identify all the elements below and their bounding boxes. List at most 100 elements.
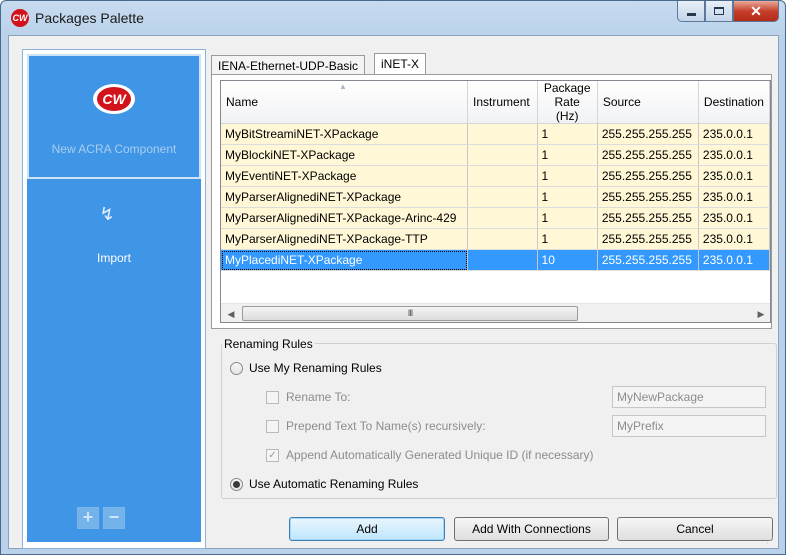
new-acra-component-label: New ACRA Component [51, 142, 177, 156]
app-icon: CW [11, 9, 29, 27]
column-header-package-rate[interactable]: Package Rate (Hz) [537, 81, 598, 124]
column-header-instrument[interactable]: Instrument [467, 81, 538, 124]
minimize-button[interactable] [677, 1, 705, 22]
cw-logo-icon: CW [93, 84, 135, 114]
cell-instrument [467, 207, 538, 229]
packages-palette-window: CW Packages Palette ✕ CW New ACRA Compon… [0, 0, 786, 555]
import-icon[interactable]: ↯ [97, 204, 117, 226]
table-header-row: ▲ Name Instrument Package Rate (Hz) Sourc… [221, 81, 770, 124]
rename-to-label: Rename To: [286, 390, 351, 404]
use-automatic-renaming-rules-label[interactable]: Use Automatic Renaming Rules [249, 477, 418, 491]
add-with-connections-button[interactable]: Add With Connections [454, 517, 609, 541]
table-row[interactable]: MyParserAlignediNET-XPackage-TTP 1 255.2… [221, 228, 770, 250]
use-automatic-renaming-rules-radio[interactable] [230, 478, 243, 491]
cell-instrument [467, 186, 538, 208]
cell-destination: 235.0.0.1 [698, 207, 770, 229]
cell-destination: 235.0.0.1 [698, 228, 770, 250]
prepend-text-checkbox[interactable] [266, 420, 279, 433]
dialog-client-area: CW New ACRA Component ↯ Import + − IENA-… [8, 35, 779, 549]
cell-name: MyParserAlignediNET-XPackage-TTP [221, 228, 469, 250]
scroll-left-icon[interactable]: ◀ [225, 308, 237, 320]
window-title: Packages Palette [35, 10, 144, 26]
append-unique-id-checkbox[interactable]: ✓ [266, 449, 279, 462]
prepend-text-input[interactable] [612, 415, 766, 437]
cell-instrument [467, 123, 538, 145]
cell-rate: 1 [537, 186, 598, 208]
cell-name: MyParserAlignediNET-XPackage-Arinc-429 [221, 207, 469, 229]
cell-rate: 1 [537, 165, 598, 187]
renaming-rules-title: Renaming Rules [222, 337, 315, 351]
cell-rate: 1 [537, 123, 598, 145]
component-palette: CW New ACRA Component ↯ Import + − [22, 49, 206, 549]
cell-instrument [467, 249, 538, 271]
table-row[interactable]: MyParserAlignediNET-XPackage-Arinc-429 1… [221, 207, 770, 229]
renaming-rules-group: Renaming Rules Use My Renaming Rules Ren… [221, 337, 777, 499]
packages-grid[interactable]: ▲ Name Instrument Package Rate (Hz) Sourc… [220, 80, 771, 323]
use-my-renaming-rules-radio[interactable] [230, 362, 243, 375]
cell-name: MyPlacediNET-XPackage [221, 249, 469, 271]
minimize-icon [686, 12, 696, 16]
rename-to-input[interactable] [612, 386, 766, 408]
column-header-destination[interactable]: Destination [698, 81, 770, 124]
title-bar[interactable]: CW Packages Palette ✕ [1, 1, 785, 35]
tab-panel-inet-x: ▲ Name Instrument Package Rate (Hz) Sourc… [211, 74, 772, 329]
scroll-right-icon[interactable]: ▶ [755, 308, 767, 320]
new-acra-component-item[interactable]: CW New ACRA Component [27, 54, 201, 179]
cell-source: 255.255.255.255 [597, 228, 699, 250]
tab-inet-x[interactable]: iNET-X [374, 53, 427, 76]
table-row[interactable]: MyParserAlignediNET-XPackage 1 255.255.2… [221, 186, 770, 208]
table-row-selected[interactable]: MyPlacediNET-XPackage 10 255.255.255.255… [221, 249, 770, 271]
sort-ascending-icon: ▲ [339, 82, 347, 91]
cell-destination: 235.0.0.1 [698, 186, 770, 208]
remove-component-button[interactable]: − [103, 507, 125, 529]
cell-destination: 235.0.0.1 [698, 144, 770, 166]
add-button[interactable]: Add [289, 517, 445, 541]
prepend-text-label: Prepend Text To Name(s) recursively: [286, 419, 486, 433]
cell-source: 255.255.255.255 [597, 144, 699, 166]
cell-destination: 235.0.0.1 [698, 165, 770, 187]
table-row[interactable]: MyBitStreamiNET-XPackage 1 255.255.255.2… [221, 123, 770, 145]
table-body: MyBitStreamiNET-XPackage 1 255.255.255.2… [221, 123, 770, 271]
cell-source: 255.255.255.255 [597, 186, 699, 208]
cell-rate: 1 [537, 144, 598, 166]
palette-list: CW New ACRA Component ↯ Import + − [27, 54, 201, 542]
cell-source: 255.255.255.255 [597, 165, 699, 187]
cell-rate: 1 [537, 228, 598, 250]
append-unique-id-label: Append Automatically Generated Unique ID… [286, 448, 594, 462]
cell-name: MyEventiNET-XPackage [221, 165, 469, 187]
cell-destination: 235.0.0.1 [698, 123, 770, 145]
cell-rate: 1 [537, 207, 598, 229]
cell-instrument [467, 165, 538, 187]
cancel-button[interactable]: Cancel [617, 517, 773, 541]
cw-logo-text: CW [97, 87, 131, 111]
cell-instrument [467, 228, 538, 250]
cell-name: MyBlockiNET-XPackage [221, 144, 469, 166]
use-my-renaming-rules-label[interactable]: Use My Renaming Rules [249, 361, 382, 375]
cell-source: 255.255.255.255 [597, 249, 699, 271]
column-header-name[interactable]: ▲ Name [221, 81, 469, 124]
maximize-icon [714, 7, 724, 15]
resize-grip-icon[interactable]: ⋰ [766, 536, 776, 546]
cell-destination: 235.0.0.1 [698, 249, 770, 271]
cell-instrument [467, 144, 538, 166]
close-button[interactable]: ✕ [733, 1, 779, 22]
table-row[interactable]: MyEventiNET-XPackage 1 255.255.255.255 2… [221, 165, 770, 187]
tab-iena-ethernet-udp-basic[interactable]: IENA-Ethernet-UDP-Basic [211, 55, 366, 76]
column-header-source[interactable]: Source [597, 81, 699, 124]
cell-source: 255.255.255.255 [597, 123, 699, 145]
table-row[interactable]: MyBlockiNET-XPackage 1 255.255.255.255 2… [221, 144, 770, 166]
caption-buttons: ✕ [677, 1, 779, 23]
horizontal-scrollbar[interactable]: ◀ III ▶ [221, 303, 770, 322]
cell-rate: 10 [537, 249, 598, 271]
close-icon: ✕ [750, 2, 762, 19]
cell-name: MyBitStreamiNET-XPackage [221, 123, 469, 145]
column-header-label: Name [226, 95, 259, 109]
rename-to-checkbox[interactable] [266, 391, 279, 404]
packages-table: ▲ Name Instrument Package Rate (Hz) Sourc… [221, 81, 770, 271]
cell-name: MyParserAlignediNET-XPackage [221, 186, 469, 208]
maximize-button[interactable] [705, 1, 733, 22]
cell-source: 255.255.255.255 [597, 207, 699, 229]
import-label[interactable]: Import [27, 251, 201, 265]
add-component-button[interactable]: + [77, 507, 99, 529]
scrollbar-thumb[interactable]: III [242, 306, 578, 321]
